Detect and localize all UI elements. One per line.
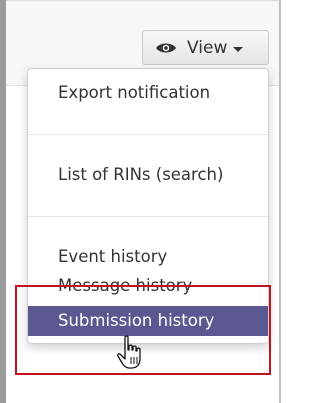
menu-item-event-history[interactable]: Event history bbox=[28, 242, 268, 272]
menu-divider bbox=[28, 216, 268, 217]
menu-item-list-of-rins[interactable]: List of RINs (search) bbox=[28, 160, 268, 190]
view-button-label: View bbox=[187, 37, 228, 58]
menu-item-export-notification[interactable]: Export notification bbox=[28, 78, 268, 108]
hand-cursor-icon bbox=[117, 335, 141, 369]
eye-icon bbox=[156, 43, 176, 52]
window-right-border bbox=[279, 0, 281, 403]
caret-down-icon bbox=[233, 46, 244, 52]
menu-divider bbox=[28, 134, 268, 135]
view-dropdown-button[interactable]: View bbox=[142, 30, 269, 65]
